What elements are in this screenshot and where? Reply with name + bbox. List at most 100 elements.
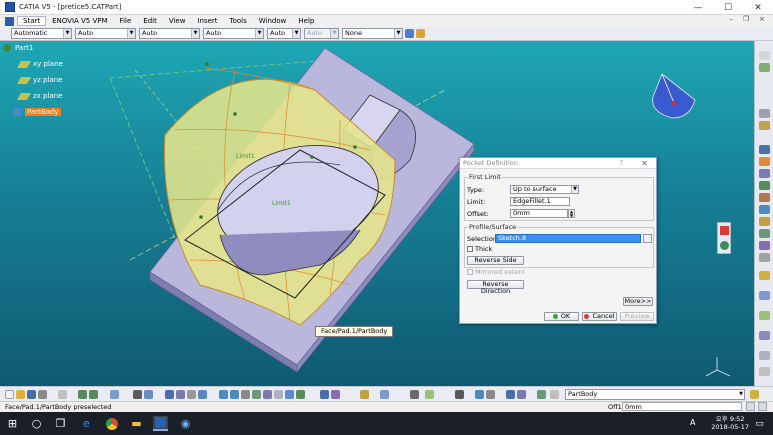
properties-brush-icon[interactable] <box>416 29 425 38</box>
in-work-object-combo[interactable]: PartBody ▼ <box>565 389 745 400</box>
zoom-out-icon[interactable] <box>230 390 239 399</box>
app-taskbar-icon[interactable]: ◉ <box>178 416 193 431</box>
menu-help[interactable]: Help <box>292 17 320 25</box>
windows-start-icon[interactable]: ⊞ <box>5 416 20 431</box>
maximize-button[interactable]: ☐ <box>713 0 743 15</box>
more-button[interactable]: More>> <box>623 297 653 306</box>
catia-taskbar-icon[interactable] <box>153 416 168 431</box>
measure-item-icon[interactable] <box>475 390 484 399</box>
fly-mode-icon[interactable] <box>165 390 174 399</box>
multi-view-icon[interactable] <box>252 390 261 399</box>
menu-file[interactable]: File <box>114 17 138 25</box>
axis-system-icon[interactable] <box>380 390 389 399</box>
workbench-icon[interactable] <box>759 51 770 60</box>
tree-item-yz-plane[interactable]: yz plane <box>16 76 62 84</box>
render-icon[interactable] <box>320 390 329 399</box>
cut-icon[interactable] <box>58 390 67 399</box>
thickness-icon[interactable] <box>759 253 770 262</box>
color-combo[interactable]: Automatic ▼ <box>11 28 72 39</box>
ok-button[interactable]: OK <box>544 312 579 321</box>
select-icon[interactable] <box>720 241 729 250</box>
apply-material-icon[interactable] <box>759 331 770 340</box>
iso-view-icon[interactable] <box>263 390 272 399</box>
fit-all-icon[interactable] <box>176 390 185 399</box>
pocket-icon[interactable] <box>759 157 770 166</box>
knowledge-icon[interactable] <box>144 390 153 399</box>
offset-spinner[interactable]: ▲ ▼ <box>568 209 575 218</box>
menu-view[interactable]: View <box>163 17 192 25</box>
menu-insert[interactable]: Insert <box>191 17 223 25</box>
edge-icon[interactable]: e <box>79 416 94 431</box>
tree-item-zx-plane[interactable]: zx plane <box>16 92 62 100</box>
tree-item-xy-plane[interactable]: xy plane <box>16 60 63 68</box>
power-input-icon[interactable] <box>746 402 755 411</box>
stop-icon[interactable] <box>720 226 729 235</box>
whats-this-icon[interactable] <box>110 390 119 399</box>
search-icon[interactable]: ○ <box>29 416 44 431</box>
fillet-icon[interactable] <box>759 205 770 214</box>
system-clock[interactable]: 오후 9:52 2018-05-17 <box>711 415 749 431</box>
dialog-close-button[interactable]: ✕ <box>641 158 648 169</box>
sketch-edit-icon[interactable] <box>643 234 652 243</box>
cancel-button[interactable]: Cancel <box>582 312 617 321</box>
chamfer-icon[interactable] <box>759 217 770 226</box>
task-view-icon[interactable]: ❐ <box>53 416 68 431</box>
in-work-object-icon[interactable] <box>550 390 559 399</box>
doc-minimize-button[interactable]: – <box>729 15 733 23</box>
line-type-combo[interactable]: Auto ▼ <box>203 28 264 39</box>
close-button[interactable]: ✕ <box>743 0 773 15</box>
inertia-icon[interactable] <box>486 390 495 399</box>
pad-icon[interactable] <box>759 145 770 154</box>
boolean-icon[interactable] <box>759 291 770 300</box>
open-icon[interactable] <box>16 390 25 399</box>
rendering-style-combo[interactable]: Auto ▼ <box>304 28 339 39</box>
draft-icon[interactable] <box>759 229 770 238</box>
type-select[interactable]: Up to surface ▼ <box>510 185 579 194</box>
options-icon[interactable] <box>758 402 767 411</box>
file-explorer-icon[interactable]: ▬ <box>129 416 144 431</box>
shaft-icon[interactable] <box>759 169 770 178</box>
thick-checkbox[interactable] <box>467 246 473 252</box>
material-icon[interactable] <box>331 390 340 399</box>
measure-between-icon[interactable] <box>455 390 464 399</box>
menu-start[interactable]: Start <box>17 16 47 26</box>
doc-close-button[interactable]: × <box>759 15 765 23</box>
snap-icon[interactable] <box>425 390 434 399</box>
zoom-in-icon[interactable] <box>219 390 228 399</box>
document-icon[interactable] <box>5 16 14 26</box>
line-tool-icon[interactable] <box>759 109 770 118</box>
shading-icon[interactable] <box>274 390 283 399</box>
line-thickness-combo[interactable]: Auto ▼ <box>139 28 200 39</box>
menu-edit[interactable]: Edit <box>137 17 163 25</box>
update-icon[interactable] <box>506 390 515 399</box>
analysis-icon[interactable] <box>759 351 770 360</box>
grid-icon[interactable] <box>410 390 419 399</box>
reverse-side-button[interactable]: Reverse Side <box>467 256 524 265</box>
swap-space-icon[interactable] <box>296 390 305 399</box>
offset-status-field[interactable]: 0mm <box>622 402 742 411</box>
rotate-icon[interactable] <box>198 390 207 399</box>
normal-view-icon[interactable] <box>241 390 250 399</box>
shell-icon[interactable] <box>759 241 770 250</box>
offset-field[interactable]: 0mm <box>510 209 568 218</box>
new-icon[interactable] <box>5 390 14 399</box>
transparency-combo[interactable]: Auto ▼ <box>75 28 136 39</box>
chrome-icon[interactable] <box>104 416 119 431</box>
more-tools-icon[interactable] <box>759 367 770 376</box>
hide-show-icon[interactable] <box>285 390 294 399</box>
tree-root-part[interactable]: Part1 <box>3 44 33 52</box>
rib-icon[interactable] <box>759 193 770 202</box>
sketch-icon[interactable] <box>360 390 369 399</box>
menu-enovia[interactable]: ENOVIA V5 VPM <box>46 17 113 25</box>
scan-icon[interactable] <box>517 390 526 399</box>
reverse-direction-button[interactable]: Reverse Direction <box>467 280 524 295</box>
catalog-icon[interactable] <box>537 390 546 399</box>
publish-icon[interactable] <box>750 390 759 399</box>
plane-tool-icon[interactable] <box>759 121 770 130</box>
menu-window[interactable]: Window <box>253 17 293 25</box>
mirrored-extent-checkbox[interactable] <box>467 269 473 275</box>
sketcher-icon[interactable] <box>759 63 770 72</box>
input-method-indicator[interactable]: A <box>690 418 695 427</box>
redo-icon[interactable] <box>89 390 98 399</box>
save-icon[interactable] <box>27 390 36 399</box>
